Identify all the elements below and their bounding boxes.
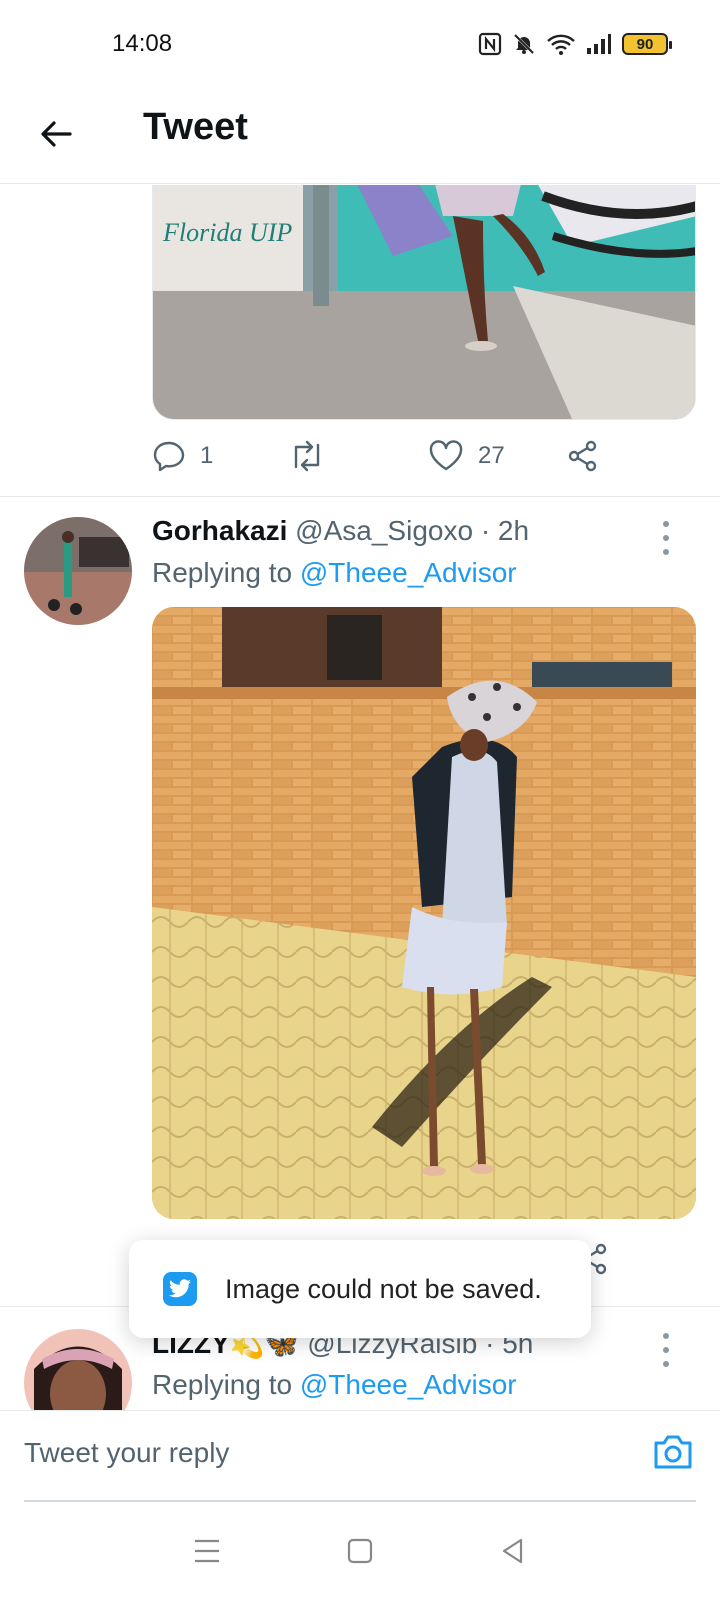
- home-button[interactable]: [330, 1521, 390, 1581]
- nfc-icon: [478, 32, 502, 56]
- recent-apps-button[interactable]: [177, 1521, 237, 1581]
- user-handle[interactable]: @Asa_Sigoxo: [295, 515, 473, 546]
- back-button[interactable]: [30, 108, 82, 160]
- menu-icon: [194, 1539, 219, 1563]
- toast-text: Image could not be saved.: [225, 1273, 542, 1304]
- page-title: Tweet: [143, 106, 248, 148]
- replying-prefix: Replying to: [152, 1369, 300, 1400]
- retweet-icon: [294, 440, 320, 472]
- share-action[interactable]: [566, 439, 600, 473]
- replying-to: Replying to @Theee_Advisor: [152, 557, 517, 589]
- signal-icon: [586, 33, 612, 55]
- tweet-item[interactable]: Gorhakazi @Asa_Sigoxo · 2h Replying to @…: [0, 497, 720, 1307]
- replying-prefix: Replying to: [152, 557, 300, 588]
- reply-action[interactable]: 1: [152, 439, 213, 473]
- avatar[interactable]: [24, 1329, 132, 1410]
- twitter-bird-icon: [163, 1272, 197, 1306]
- arrow-left-icon: [41, 121, 72, 147]
- more-options-button[interactable]: [656, 521, 676, 555]
- avatar[interactable]: [24, 517, 132, 625]
- home-square-icon: [347, 1538, 373, 1564]
- tweet-thread[interactable]: Florida UIP 1 27 Gorhakazi @Asa_Sigoxo ·…: [0, 185, 720, 1410]
- tweet-header: Gorhakazi @Asa_Sigoxo · 2h: [152, 515, 529, 547]
- reply-icon: [153, 441, 185, 472]
- back-triangle-icon: [503, 1538, 523, 1564]
- status-bar: 14:08 90: [0, 0, 720, 92]
- system-nav-bar: [0, 1502, 720, 1600]
- retweet-action[interactable]: [288, 439, 326, 473]
- top-app-bar: Tweet: [0, 92, 720, 184]
- tweet-time: · 2h: [480, 515, 530, 546]
- tweet-image[interactable]: [152, 607, 696, 1219]
- battery-icon: 90: [622, 33, 672, 55]
- like-count: 27: [478, 442, 505, 469]
- reply-input[interactable]: [24, 1423, 624, 1483]
- reply-composer: [0, 1410, 720, 1502]
- replying-to: Replying to @Theee_Advisor: [152, 1369, 517, 1401]
- sign-text: Florida UIP: [162, 218, 292, 247]
- mention-link[interactable]: @Theee_Advisor: [300, 557, 517, 588]
- mute-icon: [512, 32, 536, 56]
- wifi-icon: [546, 32, 576, 56]
- toast-message: Image could not be saved.: [129, 1240, 591, 1338]
- mention-link[interactable]: @Theee_Advisor: [300, 1369, 517, 1400]
- camera-icon: [654, 1435, 692, 1469]
- display-name[interactable]: Gorhakazi: [152, 515, 287, 546]
- system-back-button[interactable]: [483, 1521, 543, 1581]
- reply-count: 1: [200, 442, 214, 469]
- status-icons: 90: [478, 32, 672, 56]
- share-icon: [568, 440, 597, 472]
- camera-button[interactable]: [648, 1427, 698, 1477]
- tweet-actions-previous: 1 27: [152, 431, 622, 481]
- more-options-button[interactable]: [656, 1333, 676, 1367]
- like-action[interactable]: 27: [428, 439, 505, 473]
- heart-icon: [429, 440, 463, 471]
- tweet-image-previous[interactable]: Florida UIP: [152, 185, 696, 420]
- status-time: 14:08: [112, 30, 173, 57]
